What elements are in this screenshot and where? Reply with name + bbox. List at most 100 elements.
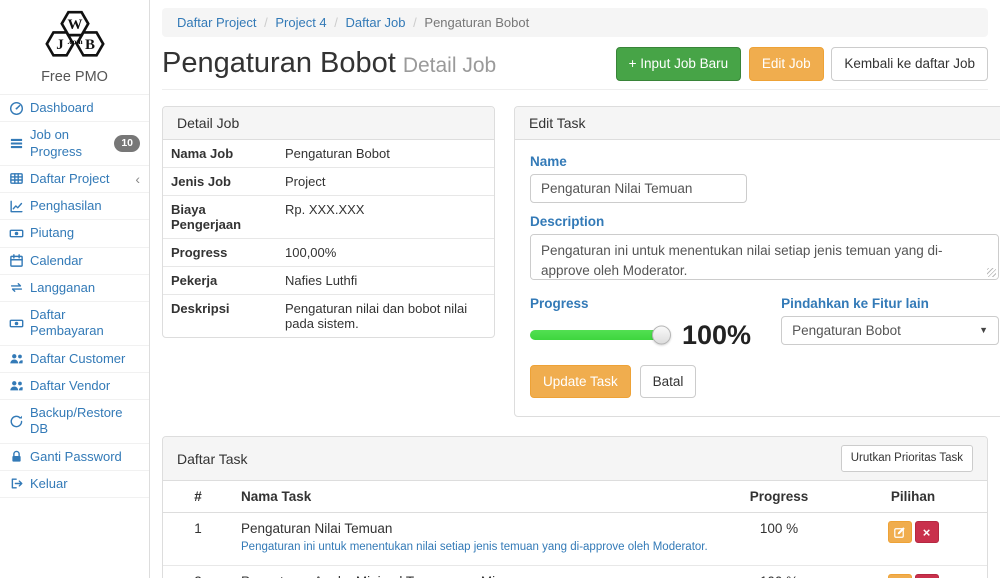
daftar-task-panel: Daftar Task Urutkan Prioritas Task # Nam… <box>162 436 988 578</box>
progress-slider[interactable] <box>530 330 662 340</box>
progress-slider-fill <box>530 330 662 340</box>
sidebar-item-label: Daftar Pembayaran <box>30 307 140 340</box>
column-header-progress: Progress <box>719 481 839 513</box>
task-name: Pengaturan Angka Minimal Temuan per Ming… <box>241 574 711 578</box>
page-header: Pengaturan BobotDetail Job + Input Job B… <box>162 47 988 90</box>
detail-row: Biaya Pengerjaan Rp. XXX.XXX <box>163 195 494 238</box>
users-icon <box>9 378 24 393</box>
money-icon <box>9 316 24 331</box>
sort-priority-button-top[interactable]: Urutkan Prioritas Task <box>841 445 973 472</box>
sidebar-item-label: Daftar Project <box>30 171 109 187</box>
task-name-input[interactable] <box>530 174 747 203</box>
detail-label: Progress <box>163 245 281 260</box>
sidebar-item-label: Job on Progress <box>30 127 114 160</box>
pencil-square-icon <box>893 526 906 539</box>
breadcrumb-link-daftar-job[interactable]: Daftar Job <box>346 15 406 30</box>
sidebar-item-daftar-customer[interactable]: Daftar Customer <box>0 346 149 373</box>
detail-label: Nama Job <box>163 146 281 161</box>
detail-row: Deskripsi Pengaturan nilai dan bobot nil… <box>163 294 494 337</box>
sidebar-item-ganti-password[interactable]: Ganti Password <box>0 444 149 471</box>
users-icon <box>9 351 24 366</box>
description-label: Description <box>530 214 999 229</box>
move-to-feature-label: Pindahkan ke Fitur lain <box>781 296 999 311</box>
detail-value: Nafies Luthfi <box>281 273 494 288</box>
edit-task-panel: Edit Task Name Description Pengaturan in… <box>514 106 1000 418</box>
line-chart-icon <box>9 199 24 214</box>
sidebar-item-daftar-vendor[interactable]: Daftar Vendor <box>0 373 149 400</box>
sidebar-item-langganan[interactable]: Langganan <box>0 275 149 302</box>
logo-letter-w: W <box>67 17 82 33</box>
brand: J W B .com Free PMO <box>0 0 149 95</box>
detail-row: Jenis Job Project <box>163 167 494 195</box>
sidebar-item-keluar[interactable]: Keluar <box>0 471 149 498</box>
sidebar-item-daftar-pembayaran[interactable]: Daftar Pembayaran <box>0 302 149 346</box>
app-name: Free PMO <box>0 69 149 85</box>
sidebar-item-backup-restore[interactable]: Backup/Restore DB <box>0 400 149 444</box>
detail-row: Nama Job Pengaturan Bobot <box>163 140 494 167</box>
detail-job-panel-title: Detail Job <box>163 107 494 140</box>
task-progress: 100 % <box>719 565 839 578</box>
back-to-job-list-button[interactable]: Kembali ke daftar Job <box>831 47 988 81</box>
delete-task-button[interactable]: × <box>915 521 939 543</box>
sidebar-item-dashboard[interactable]: Dashboard <box>0 95 149 122</box>
jwb-logo-icon: J W B .com <box>31 8 119 64</box>
name-label: Name <box>530 154 999 169</box>
repeat-icon <box>9 280 24 295</box>
sidebar-item-job-on-progress[interactable]: Job on Progress 10 <box>0 122 149 166</box>
resize-handle-icon[interactable] <box>987 268 996 277</box>
logo-letter-j: J <box>56 37 64 53</box>
sidebar-item-penghasilan[interactable]: Penghasilan <box>0 193 149 220</box>
breadcrumb-link-project-4[interactable]: Project 4 <box>275 15 326 30</box>
batal-button[interactable]: Batal <box>640 365 697 399</box>
sidebar-item-piutang[interactable]: Piutang <box>0 220 149 247</box>
sidebar-nav: Dashboard Job on Progress 10 Daftar Proj… <box>0 95 149 498</box>
delete-task-button[interactable]: × <box>915 574 939 578</box>
update-task-button[interactable]: Update Task <box>530 365 631 399</box>
column-header-no: # <box>163 481 233 513</box>
sidebar-item-label: Penghasilan <box>30 198 102 214</box>
edit-task-button[interactable] <box>888 574 912 578</box>
input-job-baru-button[interactable]: + Input Job Baru <box>616 47 741 81</box>
edit-task-button[interactable] <box>888 521 912 543</box>
refresh-icon <box>9 414 24 429</box>
detail-value: 100,00% <box>281 245 494 260</box>
task-description-textarea[interactable]: Pengaturan ini untuk menentukan nilai se… <box>530 234 999 280</box>
edit-task-panel-title: Edit Task <box>515 107 1000 140</box>
detail-value: Rp. XXX.XXX <box>281 202 494 232</box>
main-content: Daftar Project / Project 4 / Daftar Job … <box>150 0 1000 578</box>
sidebar-item-label: Daftar Vendor <box>30 378 110 394</box>
dashboard-icon <box>9 101 24 116</box>
breadcrumb-separator: / <box>264 15 268 30</box>
page-title: Pengaturan BobotDetail Job <box>162 48 496 80</box>
sidebar: J W B .com Free PMO Dashboard Job on Pro… <box>0 0 150 578</box>
breadcrumb-separator: / <box>413 15 417 30</box>
detail-value: Pengaturan nilai dan bobot nilai pada si… <box>281 301 494 331</box>
move-to-feature-select[interactable]: Pengaturan Bobot ▼ <box>781 316 999 345</box>
detail-job-panel: Detail Job Nama Job Pengaturan Bobot Jen… <box>162 106 495 338</box>
column-header-nama-task: Nama Task <box>233 481 719 513</box>
detail-job-table: Nama Job Pengaturan Bobot Jenis Job Proj… <box>163 140 494 337</box>
sidebar-item-calendar[interactable]: Calendar <box>0 248 149 275</box>
table-row: 2 Pengaturan Angka Minimal Temuan per Mi… <box>163 565 987 578</box>
detail-label: Deskripsi <box>163 301 281 331</box>
breadcrumb-current: Pengaturan Bobot <box>424 15 529 30</box>
table-icon <box>9 171 24 186</box>
table-row: 1 Pengaturan Nilai Temuan Pengaturan ini… <box>163 513 987 566</box>
task-number: 2 <box>163 565 233 578</box>
detail-label: Biaya Pengerjaan <box>163 202 281 232</box>
sidebar-item-daftar-project[interactable]: Daftar Project ‹ <box>0 166 149 193</box>
logo-letter-b: B <box>84 37 94 53</box>
detail-value: Project <box>281 174 494 189</box>
detail-row: Pekerja Nafies Luthfi <box>163 266 494 294</box>
progress-slider-handle[interactable] <box>652 325 671 344</box>
caret-down-icon: ▼ <box>979 325 988 335</box>
page-title-text: Pengaturan Bobot <box>162 47 396 79</box>
column-header-pilihan: Pilihan <box>839 481 987 513</box>
money-icon <box>9 226 24 241</box>
task-number: 1 <box>163 513 233 566</box>
breadcrumb-link-daftar-project[interactable]: Daftar Project <box>177 15 256 30</box>
task-progress: 100 % <box>719 513 839 566</box>
edit-job-button[interactable]: Edit Job <box>749 47 824 81</box>
select-value: Pengaturan Bobot <box>792 323 901 338</box>
sidebar-item-label: Piutang <box>30 225 74 241</box>
